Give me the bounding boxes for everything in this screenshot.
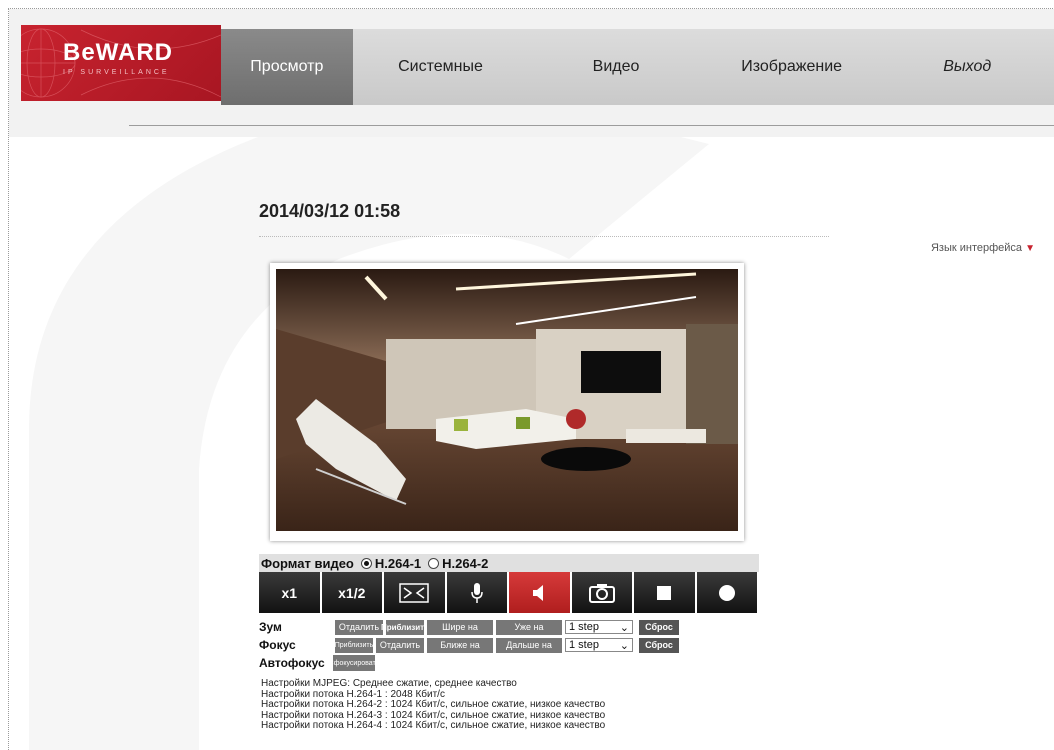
page-frame: BeWARD IP SURVEILLANCE Просмотр Системны…: [8, 8, 1054, 750]
zoom-step-value: 1 step: [569, 621, 599, 633]
language-label: Язык интерфейса: [930, 242, 1023, 254]
focus-row: Фокус Приблизить Отдалить Ближе на Дальш…: [259, 637, 679, 653]
logo-subtext: IP SURVEILLANCE: [63, 69, 170, 76]
fullscreen-button[interactable]: [384, 572, 445, 613]
title-divider: [259, 236, 829, 237]
zoom-out-button[interactable]: Отдалить: [335, 619, 383, 635]
zoom-wide-button[interactable]: Шире на: [427, 619, 493, 635]
autofocus-row: Автофокус Сфокусировать: [259, 655, 379, 671]
format-label: Формат видео: [261, 555, 354, 571]
header-divider: [129, 125, 1054, 126]
microphone-button[interactable]: [446, 572, 507, 613]
datetime: 2014/03/12 01:58: [259, 201, 401, 221]
header: BeWARD IP SURVEILLANCE Просмотр Системны…: [9, 9, 1054, 137]
autofocus-label: Автофокус: [259, 656, 325, 670]
record-icon: [718, 584, 735, 601]
focus-closer-button[interactable]: Ближе на: [427, 637, 493, 653]
dropdown-arrow-icon: ▼: [1025, 243, 1035, 254]
nav-video[interactable]: Видео: [528, 29, 704, 105]
h264-2-radio[interactable]: [428, 557, 440, 569]
room-scene-image: [276, 269, 738, 531]
stream-info-line: Настройки потока H.264-4 : 1024 Кбит/с, …: [261, 720, 606, 731]
h264-1-radio[interactable]: [360, 557, 372, 569]
camera-icon: [588, 583, 615, 603]
logo-text: BeWARD: [63, 39, 174, 66]
main-nav: Просмотр Системные Видео Изображение Вых…: [221, 29, 1054, 105]
h264-2-label: H.264-2: [442, 555, 489, 571]
focus-reset-button[interactable]: Сброс: [639, 637, 679, 653]
h264-1-label: H.264-1: [374, 555, 422, 571]
autofocus-button[interactable]: Сфокусировать: [329, 655, 379, 671]
chevron-down-icon: ⌄: [619, 621, 629, 634]
language-selector[interactable]: Язык интерфейса ▼: [931, 242, 1035, 254]
stop-button[interactable]: [634, 572, 695, 613]
beward-logo[interactable]: BeWARD IP SURVEILLANCE: [21, 25, 221, 101]
video-viewer: [270, 263, 744, 541]
focus-further-button[interactable]: Дальше на: [496, 637, 562, 653]
video-format-row: Формат видео H.264-1 H.264-2: [259, 554, 759, 572]
scale-half-button[interactable]: x1/2: [321, 572, 382, 613]
scale-x1-button[interactable]: x1: [259, 572, 320, 613]
zoom-reset-button[interactable]: Сброс: [639, 619, 679, 635]
speaker-button[interactable]: [509, 572, 570, 613]
focus-far-button[interactable]: Отдалить: [376, 637, 424, 653]
nav-system[interactable]: Системные: [353, 29, 529, 105]
zoom-row: Зум Отдалить Приблизить Шире на Уже на 1…: [259, 619, 679, 635]
focus-step-value: 1 step: [569, 639, 599, 651]
stream-info-line: Настройки потока H.264-2 : 1024 Кбит/с, …: [261, 699, 606, 710]
chevron-down-icon: ⌄: [619, 639, 629, 652]
focus-step-select[interactable]: 1 step ⌄: [565, 638, 633, 652]
stream-info: Настройки MJPEG: Среднее сжатие, среднее…: [261, 678, 606, 732]
nav-view[interactable]: Просмотр: [221, 29, 353, 105]
fullscreen-icon: [399, 582, 429, 603]
zoom-in-button[interactable]: Приблизить: [381, 619, 429, 635]
zoom-step-select[interactable]: 1 step ⌄: [565, 620, 633, 634]
focus-label: Фокус: [259, 638, 296, 652]
snapshot-button[interactable]: [571, 572, 632, 613]
zoom-label: Зум: [259, 620, 282, 634]
focus-near-button[interactable]: Приблизить: [335, 637, 373, 653]
video-stream[interactable]: [276, 269, 738, 531]
stop-icon: [657, 585, 672, 600]
nav-logout[interactable]: Выход: [879, 29, 1054, 105]
record-button[interactable]: [696, 572, 757, 613]
nav-image[interactable]: Изображение: [704, 29, 880, 105]
microphone-icon: [471, 582, 483, 603]
zoom-narrow-button[interactable]: Уже на: [496, 619, 562, 635]
control-bar: x1 x1/2: [259, 572, 757, 613]
speaker-icon: [533, 584, 544, 601]
stream-info-line: Настройки MJPEG: Среднее сжатие, среднее…: [261, 678, 517, 689]
